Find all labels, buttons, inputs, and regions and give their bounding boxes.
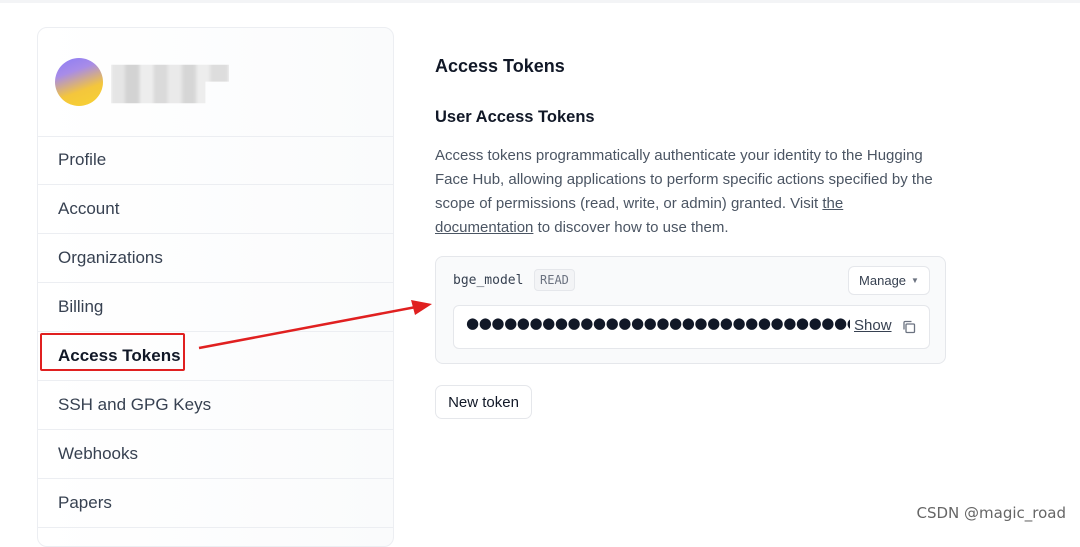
- sidebar-item-webhooks[interactable]: Webhooks: [38, 430, 393, 479]
- top-divider: [0, 0, 1080, 3]
- description-text: Access tokens programmatically authentic…: [435, 147, 933, 212]
- token-card: bge_model READ Manage ▼ ●●●●●●●●●●●●●●●●…: [435, 256, 946, 364]
- description-text-end: to discover how to use them.: [533, 219, 729, 236]
- sidebar-item-label: Account: [58, 199, 120, 218]
- sidebar-nav: Profile Account Organizations Billing Access…: [38, 136, 393, 528]
- caret-down-icon: ▼: [911, 276, 919, 285]
- show-token-link[interactable]: Show: [854, 317, 892, 334]
- highlight-box: [40, 333, 185, 371]
- manage-label: Manage: [859, 273, 907, 288]
- manage-button[interactable]: Manage ▼: [848, 266, 930, 295]
- description: Access tokens programmatically authentic…: [435, 144, 945, 240]
- page-title: Access Tokens: [435, 56, 565, 76]
- sidebar-item-organizations[interactable]: Organizations: [38, 234, 393, 283]
- new-token-button[interactable]: New token: [435, 385, 532, 419]
- avatar[interactable]: [55, 58, 103, 106]
- sidebar-item-label: Papers: [58, 493, 112, 512]
- sidebar-item-papers[interactable]: Papers: [38, 479, 393, 528]
- profile-header: [38, 28, 393, 137]
- token-masked-value: ●●●●●●●●●●●●●●●●●●●●●●●●●●●●●●●●●●●●●: [466, 314, 850, 332]
- sidebar-item-profile[interactable]: Profile: [38, 136, 393, 185]
- token-role-badge: READ: [534, 269, 575, 291]
- sidebar-item-label: SSH and GPG Keys: [58, 395, 212, 414]
- sidebar-item-label: Profile: [58, 150, 107, 169]
- section-title: User Access Tokens: [435, 108, 595, 126]
- copy-icon[interactable]: [902, 320, 916, 334]
- token-field[interactable]: ●●●●●●●●●●●●●●●●●●●●●●●●●●●●●●●●●●●●● Sh…: [453, 305, 930, 349]
- sidebar-item-account[interactable]: Account: [38, 185, 393, 234]
- watermark: CSDN @magic_road: [916, 504, 1066, 522]
- settings-sidebar: Profile Account Organizations Billing Access…: [37, 27, 394, 547]
- token-name: bge_model: [453, 273, 524, 288]
- sidebar-item-label: Organizations: [58, 248, 163, 267]
- sidebar-item-ssh-gpg-keys[interactable]: SSH and GPG Keys: [38, 381, 393, 430]
- sidebar-item-billing[interactable]: Billing: [38, 283, 393, 332]
- username-redacted: [111, 64, 229, 104]
- sidebar-item-label: Webhooks: [58, 444, 139, 463]
- sidebar-item-label: Billing: [58, 297, 104, 316]
